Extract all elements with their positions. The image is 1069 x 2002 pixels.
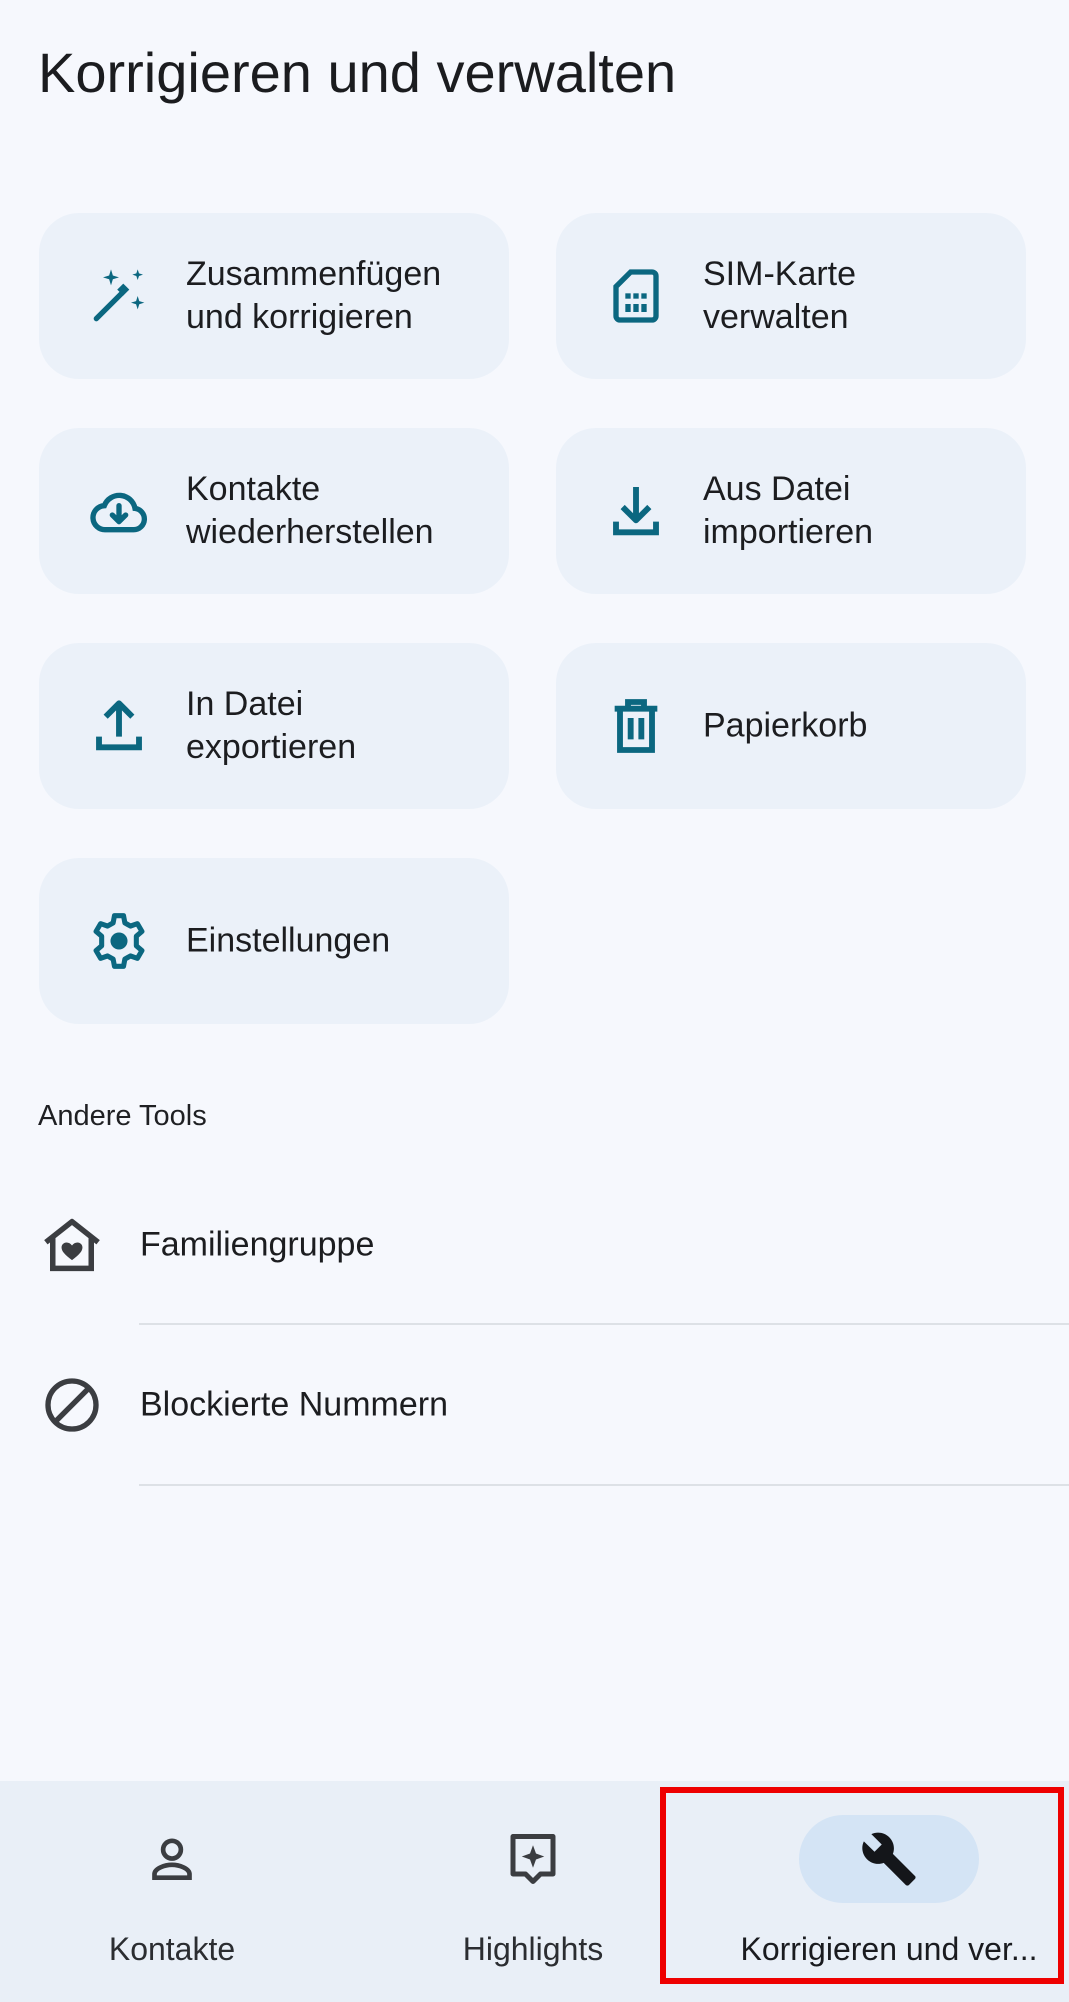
download-icon: [604, 479, 668, 543]
tile-label: In Datei exportieren: [186, 685, 357, 766]
nav-tab-fix-manage[interactable]: Korrigieren und ver...: [714, 1781, 1064, 2002]
tile-trash[interactable]: Papierkorb: [556, 643, 1026, 809]
tile-settings[interactable]: Einstellungen: [39, 858, 509, 1024]
tile-label: Kontakte wiederherstellen: [186, 470, 434, 551]
family-home-icon: [38, 1211, 106, 1279]
tile-label: SIM-Karte verwalten: [703, 255, 857, 336]
tile-export-file[interactable]: In Datei exportieren: [39, 643, 509, 809]
highlights-icon: [443, 1815, 623, 1903]
sim-card-icon: [604, 264, 668, 328]
magic-wand-icon: [87, 264, 151, 328]
block-icon: [38, 1371, 106, 1439]
tile-restore-contacts[interactable]: Kontakte wiederherstellen: [39, 428, 509, 594]
nav-tab-label: Korrigieren und ver...: [740, 1931, 1038, 1967]
tile-sim-card[interactable]: SIM-Karte verwalten: [556, 213, 1026, 379]
list-item-label: Familiengruppe: [140, 1225, 375, 1264]
tile-label: Einstellungen: [186, 921, 391, 960]
wrench-icon: [799, 1815, 979, 1903]
person-icon: [82, 1815, 262, 1903]
trash-icon: [604, 694, 668, 758]
tile-label: Aus Datei importieren: [703, 470, 874, 551]
divider: [139, 1484, 1069, 1486]
nav-tab-contacts[interactable]: Kontakte: [0, 1781, 344, 2002]
tile-import-file[interactable]: Aus Datei importieren: [556, 428, 1026, 594]
gear-icon: [87, 909, 151, 973]
list-item-family-group[interactable]: Familiengruppe: [0, 1165, 1069, 1325]
cloud-download-icon: [87, 479, 151, 543]
list-item-label: Blockierte Nummern: [140, 1385, 448, 1424]
tile-merge-fix[interactable]: Zusammenfügen und korrigieren: [39, 213, 509, 379]
section-label-other-tools: Andere Tools: [38, 1100, 207, 1132]
nav-tab-label: Highlights: [462, 1931, 604, 1967]
page-title: Korrigieren und verwalten: [38, 41, 677, 104]
nav-tab-highlights[interactable]: Highlights: [361, 1781, 705, 2002]
nav-tab-label: Kontakte: [108, 1931, 236, 1967]
tile-label: Zusammenfügen und korrigieren: [186, 255, 442, 336]
tile-label: Papierkorb: [703, 706, 868, 745]
list-item-blocked-numbers[interactable]: Blockierte Nummern: [0, 1325, 1069, 1485]
bottom-navigation: Kontakte Highlights Korrigieren und ver.…: [0, 1781, 1069, 2002]
upload-icon: [87, 694, 151, 758]
